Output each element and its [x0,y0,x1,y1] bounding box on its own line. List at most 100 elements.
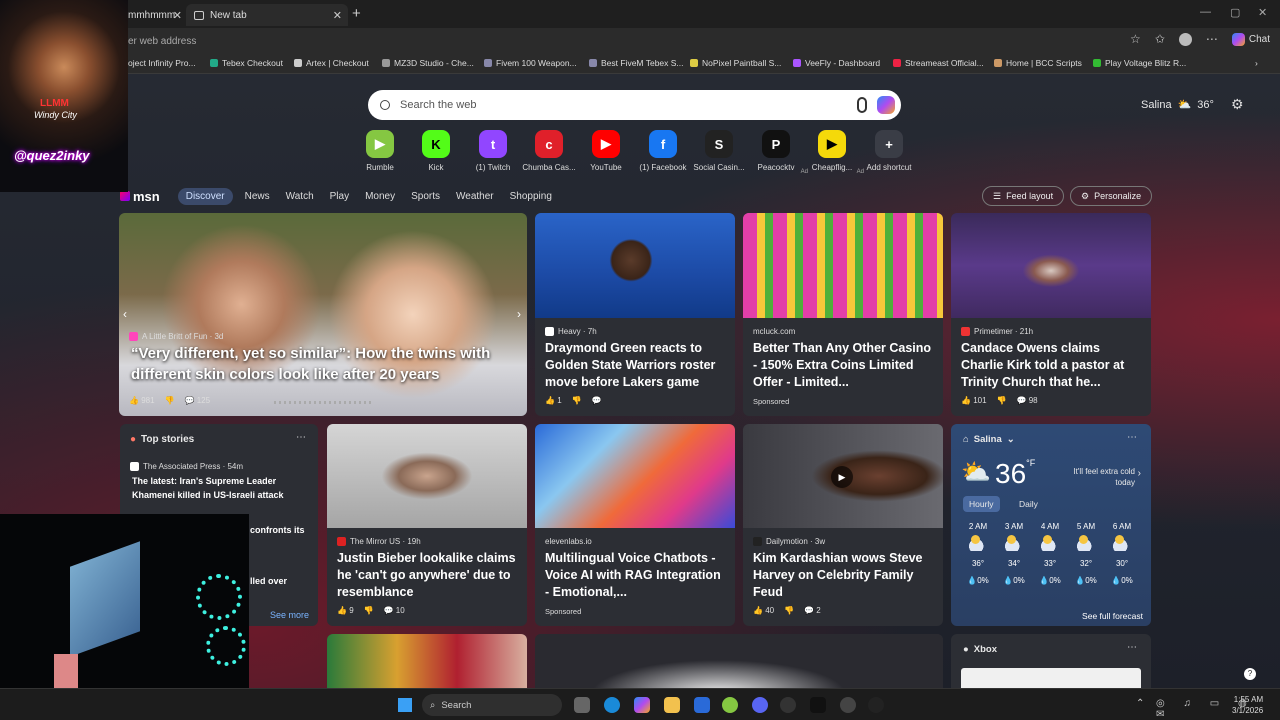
shortcut-4[interactable]: c Chumba Cas... [521,130,577,172]
like-button[interactable]: 👍 981 [129,396,155,405]
edge-icon[interactable] [604,697,620,713]
shortcut-5[interactable]: ▶ YouTube [578,130,634,172]
tab-shopping[interactable]: Shopping [510,191,552,202]
windows-start-icon[interactable] [398,698,412,712]
shortcut-10[interactable]: + Add shortcut [861,130,917,172]
tab-new-tab[interactable]: New tab ✕ [186,4,348,26]
story-title[interactable]: Candace Owens claims Charlie Kirk told a… [961,340,1141,391]
copilot-chat-button[interactable]: Chat [1231,32,1270,46]
chevron-right-icon[interactable]: › [1138,468,1141,479]
video-card[interactable]: ▶ Dailymotion · 3w Kim Kardashian wows S… [743,424,943,626]
story-title[interactable]: Better Than Any Other Casino - 150% Extr… [753,340,933,391]
discord-icon[interactable] [752,697,768,713]
more-icon[interactable]: ⋯ [1206,32,1218,46]
comment-button[interactable]: 💬 10 [384,606,405,615]
app-icon[interactable] [840,697,856,713]
chevron-right-icon[interactable]: › [517,307,521,321]
bookmark-item[interactable]: Streameast Official... [893,58,984,68]
rumble-icon[interactable] [722,697,738,713]
bookmark-item[interactable]: Play Voltage Blitz R... [1093,58,1186,68]
bookmark-item[interactable]: Best FiveM Tebex S... [589,58,684,68]
task-view-icon[interactable] [574,697,590,713]
shortcut-9[interactable]: ▶ Cheapflig... Ad [804,130,864,175]
store-icon[interactable] [694,697,710,713]
app-icon[interactable] [868,697,884,713]
file-explorer-icon[interactable] [664,697,680,713]
dislike-icon[interactable]: 👎 [572,396,582,405]
clock[interactable]: 1:55 AM 3/1/2026 [1232,694,1263,716]
bookmark-item[interactable]: oject Infinity Pro... [128,58,196,68]
comment-button[interactable]: 💬 125 [185,396,211,405]
chevron-left-icon[interactable]: ‹ [123,307,127,321]
story-title[interactable]: Kim Kardashian wows Steve Harvey on Cele… [753,550,933,601]
bookmark-item[interactable]: Fivem 100 Weapon... [484,58,577,68]
tab-weather[interactable]: Weather [456,191,494,202]
like-button[interactable]: 👍 101 [961,396,987,405]
top-story-fragment[interactable]: confronts its [250,525,305,535]
tray-chevron-icon[interactable]: ⌃ [1136,698,1144,709]
tab-play[interactable]: Play [330,191,349,202]
sponsored-card[interactable]: mcluck.com Better Than Any Other Casino … [743,213,943,416]
gear-icon[interactable]: ⚙ [1231,96,1244,113]
tab-watch[interactable]: Watch [286,191,314,202]
hero-card[interactable]: ‹ › A Little Britt of Fun · 3d “Very dif… [119,213,527,416]
taskbar-search[interactable]: ⌕ Search [422,694,562,716]
shortcut-7[interactable]: S Social Casin... [691,130,747,172]
game-card[interactable] [327,634,527,688]
more-icon[interactable]: ⋯ [1127,432,1137,443]
feed-layout-button[interactable]: ☰ Feed layout [982,186,1065,206]
tab-sports[interactable]: Sports [411,191,440,202]
top-story-title[interactable]: The latest: Iran's Supreme Leader Khamen… [132,474,308,502]
news-card[interactable]: Primetimer · 21h Candace Owens claims Ch… [951,213,1151,416]
shortcut-8[interactable]: P Peacocktv Ad [748,130,808,175]
chevron-down-icon[interactable]: ⌄ [1007,434,1015,445]
close-window-icon[interactable]: ✕ [1258,6,1267,19]
new-tab-button[interactable]: + [352,5,361,22]
bookmark-item[interactable]: NoPixel Paintball S... [690,58,781,68]
star-icon[interactable]: ☆ [1130,32,1141,46]
address-input[interactable]: er web address [128,32,1158,50]
minimize-icon[interactable]: — [1200,6,1211,18]
more-icon[interactable]: ⋯ [1127,642,1137,653]
news-card[interactable]: Heavy · 7h Draymond Green reacts to Gold… [535,213,735,416]
bookmark-item[interactable]: VeeFly - Dashboard [793,58,880,68]
bookmark-item[interactable]: MZ3D Studio - Che... [382,58,474,68]
more-icon[interactable]: ⋯ [296,432,306,443]
comment-button[interactable]: 💬 98 [1017,396,1038,405]
play-icon[interactable]: ▶ [831,466,853,488]
microphone-icon[interactable] [857,97,867,113]
search-box[interactable]: Search the web [368,90,901,120]
news-card[interactable] [535,634,943,688]
see-more-link[interactable]: See more [270,610,309,620]
see-full-forecast-link[interactable]: See full forecast [1082,611,1143,621]
close-icon[interactable]: ✕ [173,9,182,22]
tab-hourly[interactable]: Hourly [963,496,1000,512]
tab-daily[interactable]: Daily [1019,499,1038,509]
xbox-card[interactable]: ● Xbox ⋯ [951,634,1151,688]
favorites-icon[interactable]: ✩ [1155,32,1165,46]
chevron-right-icon[interactable]: › [1255,58,1258,68]
story-title[interactable]: Justin Bieber lookalike claims he 'can't… [337,550,517,601]
top-story-fragment[interactable]: lled over [250,576,287,586]
shortcut-1[interactable]: ▶ Rumble [352,130,408,172]
copilot-icon[interactable] [877,96,895,114]
sponsored-card[interactable]: elevenlabs.io Multilingual Voice Chatbot… [535,424,735,626]
weather-card[interactable]: ⌂ Salina ⌄ ⋯ ⛅ 36°F It'll feel extra cold … [951,424,1151,626]
weather-summary[interactable]: Salina ⛅ 36° [1141,98,1214,112]
dislike-icon[interactable]: 👎 [165,396,175,405]
dislike-icon[interactable]: 👎 [364,606,374,615]
shortcut-3[interactable]: t (1) Twitch [465,130,521,172]
dislike-icon[interactable]: 👎 [997,396,1007,405]
close-icon[interactable]: ✕ [333,9,342,22]
help-icon[interactable]: ? [1244,668,1256,680]
shortcut-6[interactable]: f (1) Facebook [635,130,691,172]
tab-discover[interactable]: Discover [177,187,233,205]
comment-button[interactable]: 💬 2 [804,606,821,615]
comment-icon[interactable]: 💬 [592,396,602,405]
obs-icon[interactable] [780,697,796,713]
bookmark-item[interactable]: Home | BCC Scripts [994,58,1082,68]
tab-money[interactable]: Money [365,191,395,202]
tab-news[interactable]: News [245,191,270,202]
dislike-icon[interactable]: 👎 [784,606,794,615]
carousel-dots[interactable] [274,401,374,404]
